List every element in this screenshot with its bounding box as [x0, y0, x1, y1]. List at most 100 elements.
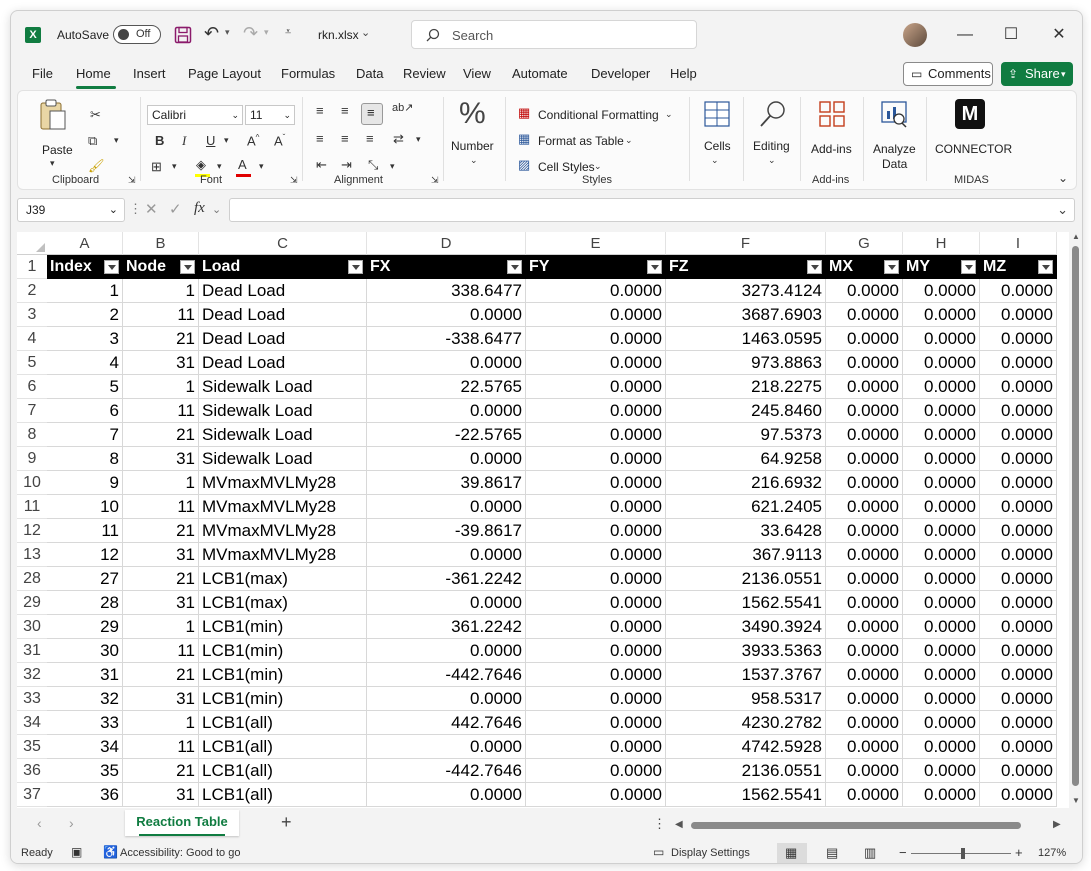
table-cell[interactable]: 0.0000	[826, 687, 903, 711]
table-header-cell[interactable]: FY	[526, 255, 666, 279]
table-cell[interactable]: 0.0000	[903, 519, 980, 543]
table-cell[interactable]: 0.0000	[526, 783, 666, 807]
table-cell[interactable]: 367.9113	[666, 543, 826, 567]
paste-icon[interactable]	[38, 97, 68, 131]
table-cell[interactable]: LCB1(min)	[199, 687, 367, 711]
table-cell[interactable]: 0.0000	[367, 735, 526, 759]
table-cell[interactable]: 0.0000	[526, 471, 666, 495]
editing-dropdown-icon[interactable]: ⌄	[768, 155, 776, 166]
table-cell[interactable]: Sidewalk Load	[199, 375, 367, 399]
table-cell[interactable]: 0.0000	[367, 495, 526, 519]
align-left-icon[interactable]: ≡	[316, 131, 324, 146]
table-cell[interactable]: 0.0000	[826, 519, 903, 543]
table-cell[interactable]: 0.0000	[367, 543, 526, 567]
italic-icon[interactable]: I	[182, 133, 186, 149]
tab-file[interactable]: File	[32, 66, 53, 81]
table-cell[interactable]: 0.0000	[526, 423, 666, 447]
row-header[interactable]: 9	[17, 447, 47, 471]
table-header-cell[interactable]: MY	[903, 255, 980, 279]
table-cell[interactable]: 0.0000	[980, 759, 1057, 783]
dialog-launcher-icon[interactable]: ⇲	[128, 175, 136, 186]
customize-qat-icon[interactable]: ⩡	[285, 26, 291, 39]
table-cell[interactable]: Sidewalk Load	[199, 423, 367, 447]
table-cell[interactable]: 0.0000	[526, 519, 666, 543]
table-cell[interactable]: 1	[123, 279, 199, 303]
font-color-dropdown-icon[interactable]: ▾	[259, 161, 264, 172]
next-sheet-icon[interactable]: ›	[69, 815, 74, 831]
format-as-table-button[interactable]: Format as Table	[538, 134, 624, 148]
zoom-out-button[interactable]: −	[899, 845, 907, 860]
table-cell[interactable]: 0.0000	[826, 495, 903, 519]
table-cell[interactable]: 0.0000	[903, 711, 980, 735]
table-cell[interactable]: 338.6477	[367, 279, 526, 303]
horizontal-scrollbar[interactable]: ◀ ▶	[675, 819, 1061, 831]
cut-icon[interactable]: ✂	[90, 107, 101, 123]
horizontal-scroll-thumb[interactable]	[691, 822, 1021, 829]
table-cell[interactable]: 31	[123, 543, 199, 567]
select-all-corner[interactable]	[17, 232, 47, 255]
table-cell[interactable]: 2136.0551	[666, 759, 826, 783]
column-header-h[interactable]: H	[903, 232, 980, 255]
column-header-f[interactable]: F	[666, 232, 826, 255]
filter-dropdown-icon[interactable]	[961, 260, 976, 274]
enter-icon[interactable]: ✓	[169, 200, 182, 218]
row-header[interactable]: 35	[17, 735, 47, 759]
table-header-cell[interactable]: Index	[47, 255, 123, 279]
autosave-toggle[interactable]: Off	[113, 25, 161, 44]
column-header-c[interactable]: C	[199, 232, 367, 255]
table-cell[interactable]: Dead Load	[199, 327, 367, 351]
table-cell[interactable]: -338.6477	[367, 327, 526, 351]
table-cell[interactable]: 30	[47, 639, 123, 663]
avatar[interactable]	[903, 23, 927, 47]
table-cell[interactable]: 0.0000	[903, 567, 980, 591]
filter-dropdown-icon[interactable]	[1038, 260, 1053, 274]
table-cell[interactable]: 0.0000	[980, 303, 1057, 327]
table-cell[interactable]: 0.0000	[980, 399, 1057, 423]
table-cell[interactable]: LCB1(all)	[199, 711, 367, 735]
cells-dropdown-icon[interactable]: ⌄	[711, 155, 719, 166]
table-cell[interactable]: 0.0000	[826, 447, 903, 471]
table-cell[interactable]: 0.0000	[526, 543, 666, 567]
table-cell[interactable]: 2136.0551	[666, 567, 826, 591]
font-size-select[interactable]: 11 ⌄	[245, 105, 295, 125]
table-cell[interactable]: 0.0000	[903, 351, 980, 375]
table-cell[interactable]: 0.0000	[903, 423, 980, 447]
page-break-view-icon[interactable]: ▥	[864, 845, 876, 861]
analyze-label-2[interactable]: Data	[882, 157, 907, 171]
table-cell[interactable]: LCB1(max)	[199, 567, 367, 591]
comments-button[interactable]: ▭ Comments	[903, 62, 993, 86]
table-cell[interactable]: 0.0000	[526, 735, 666, 759]
table-cell[interactable]: 245.8460	[666, 399, 826, 423]
table-cell[interactable]: 0.0000	[367, 783, 526, 807]
tab-insert[interactable]: Insert	[133, 66, 166, 81]
table-cell[interactable]: 21	[123, 519, 199, 543]
table-cell[interactable]: 0.0000	[526, 327, 666, 351]
file-name[interactable]: rkn.xlsx	[318, 28, 359, 42]
table-cell[interactable]: 0.0000	[980, 327, 1057, 351]
table-cell[interactable]: 0.0000	[980, 375, 1057, 399]
table-cell[interactable]: 0.0000	[367, 399, 526, 423]
conditional-formatting-button[interactable]: Conditional Formatting	[538, 108, 659, 122]
tab-page-layout[interactable]: Page Layout	[188, 66, 261, 81]
table-cell[interactable]: 33.6428	[666, 519, 826, 543]
accessibility-icon[interactable]: ♿	[103, 845, 118, 859]
column-header-a[interactable]: A	[47, 232, 123, 255]
table-cell[interactable]: 31	[47, 663, 123, 687]
table-cell[interactable]: 0.0000	[980, 279, 1057, 303]
table-cell[interactable]: 0.0000	[826, 759, 903, 783]
table-cell[interactable]: 0.0000	[903, 591, 980, 615]
table-cell[interactable]: 27	[47, 567, 123, 591]
maximize-icon[interactable]: ☐	[999, 23, 1023, 47]
table-cell[interactable]: LCB1(min)	[199, 663, 367, 687]
copy-icon[interactable]: ⧉	[88, 133, 97, 149]
table-cell[interactable]: 35	[47, 759, 123, 783]
table-cell[interactable]: 29	[47, 615, 123, 639]
table-cell[interactable]: 4742.5928	[666, 735, 826, 759]
table-cell[interactable]: 0.0000	[367, 687, 526, 711]
connector-button[interactable]: CONNECTOR	[935, 142, 1012, 156]
table-cell[interactable]: 0.0000	[367, 591, 526, 615]
more-options-icon[interactable]: ⋮	[129, 201, 142, 217]
table-cell[interactable]: 21	[123, 423, 199, 447]
table-cell[interactable]: LCB1(min)	[199, 615, 367, 639]
column-header-g[interactable]: G	[826, 232, 903, 255]
